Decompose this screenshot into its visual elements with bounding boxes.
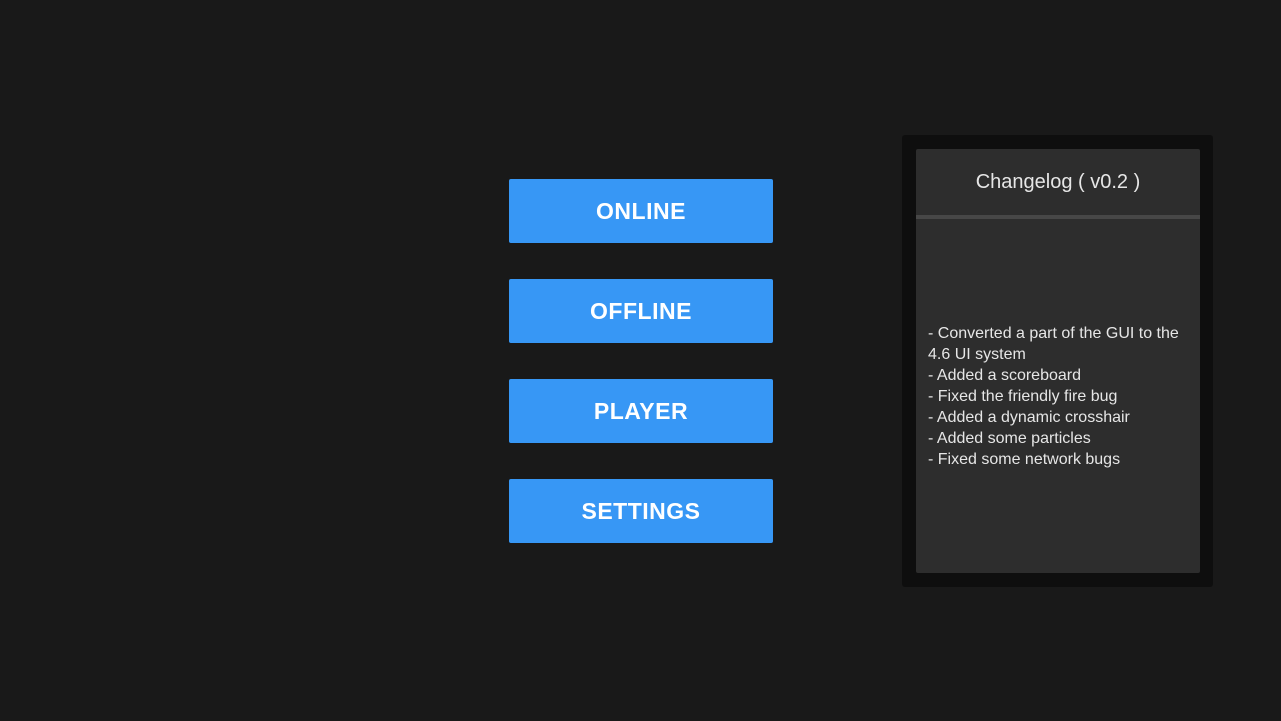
online-button[interactable]: ONLINE	[509, 179, 773, 243]
changelog-body[interactable]: - Converted a part of the GUI to the 4.6…	[928, 219, 1190, 573]
changelog-entry: - Converted a part of the GUI to the 4.6…	[928, 324, 1179, 363]
changelog-list: - Converted a part of the GUI to the 4.6…	[928, 323, 1190, 470]
changelog-entry: - Added a scoreboard	[928, 366, 1081, 384]
changelog-entry: - Fixed some network bugs	[928, 450, 1121, 468]
main-menu: ONLINE OFFLINE PLAYER SETTINGS	[509, 179, 773, 579]
settings-button[interactable]: SETTINGS	[509, 479, 773, 543]
main-menu-screen: ONLINE OFFLINE PLAYER SETTINGS Changelog…	[0, 0, 1281, 721]
offline-button[interactable]: OFFLINE	[509, 279, 773, 343]
changelog-frame: Changelog ( v0.2 ) - Converted a part of…	[902, 135, 1213, 587]
changelog-title: Changelog ( v0.2 )	[975, 170, 1141, 193]
player-button[interactable]: PLAYER	[509, 379, 773, 443]
changelog-entry: - Added a dynamic crosshair	[928, 408, 1130, 426]
changelog-panel: Changelog ( v0.2 ) - Converted a part of…	[916, 149, 1200, 573]
changelog-entry: - Fixed the friendly fire bug	[928, 387, 1118, 405]
changelog-entry: - Added some particles	[928, 429, 1091, 447]
